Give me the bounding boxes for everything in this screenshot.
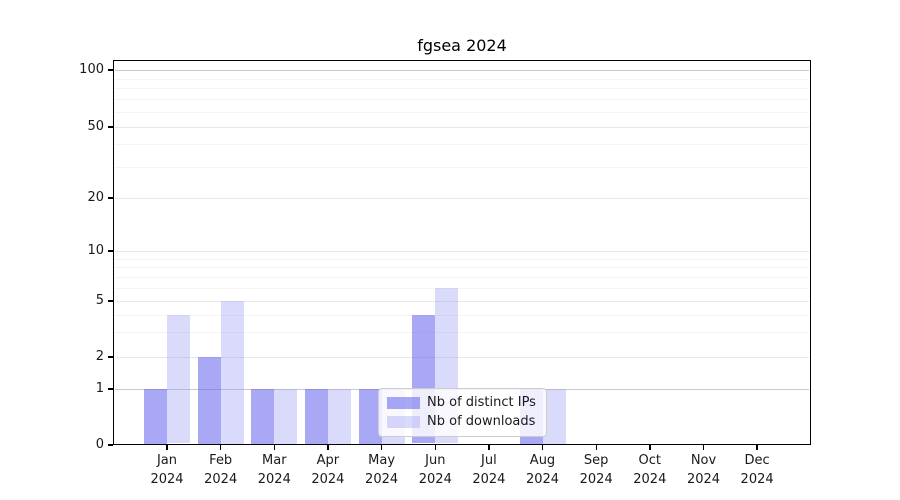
x-tick-label-oct: Oct 2024 bbox=[623, 451, 677, 489]
bar-downloads-jan bbox=[167, 315, 190, 444]
y-tick-label-100: 100 bbox=[0, 62, 104, 78]
y-tick-label-10: 10 bbox=[0, 243, 104, 259]
gridline-major bbox=[115, 70, 809, 71]
x-tick-label-feb: Feb 2024 bbox=[194, 451, 248, 489]
gridline-minor bbox=[115, 167, 809, 168]
gridline-minor bbox=[115, 332, 809, 333]
bar-downloads-feb bbox=[221, 301, 244, 444]
y-tick-0 bbox=[108, 444, 113, 446]
y-tick-label-1: 1 bbox=[0, 381, 104, 397]
gridline-minor bbox=[115, 259, 809, 260]
bar-ips-mar bbox=[251, 389, 274, 444]
x-tick-label-mar: Mar 2024 bbox=[247, 451, 301, 489]
legend-label-distinct-ips: Nb of distinct IPs bbox=[427, 395, 536, 411]
x-tick-oct bbox=[649, 445, 651, 450]
x-tick-mar bbox=[274, 445, 276, 450]
x-tick-jun bbox=[435, 445, 437, 450]
gridline-major bbox=[115, 301, 809, 302]
gridline-minor bbox=[115, 267, 809, 268]
gridline-major bbox=[115, 198, 809, 199]
x-tick-label-jun: Jun 2024 bbox=[408, 451, 462, 489]
gridline-minor bbox=[115, 315, 809, 316]
bar-ips-feb bbox=[198, 357, 221, 444]
x-tick-feb bbox=[220, 445, 222, 450]
gridline-minor bbox=[115, 144, 809, 145]
download-stats-chart: fgsea 2024 Jan 2024Feb 2024Mar 2024Apr 2… bbox=[0, 0, 900, 500]
x-tick-may bbox=[381, 445, 383, 450]
legend-item-downloads: Nb of downloads bbox=[387, 414, 538, 430]
bar-ips-jan bbox=[144, 389, 167, 444]
y-tick-label-2: 2 bbox=[0, 349, 104, 365]
gridline-minor bbox=[115, 88, 809, 89]
y-tick-label-50: 50 bbox=[0, 119, 104, 135]
y-tick-20 bbox=[108, 197, 113, 199]
gridline-minor bbox=[115, 99, 809, 100]
y-tick-label-20: 20 bbox=[0, 190, 104, 206]
x-tick-label-apr: Apr 2024 bbox=[301, 451, 355, 489]
x-tick-jan bbox=[166, 445, 168, 450]
legend: Nb of distinct IPs Nb of downloads bbox=[378, 388, 547, 437]
x-tick-dec bbox=[756, 445, 758, 450]
gridline-major bbox=[115, 251, 809, 252]
chart-title: fgsea 2024 bbox=[113, 36, 811, 55]
x-tick-label-may: May 2024 bbox=[355, 451, 409, 489]
gridline-minor bbox=[115, 277, 809, 278]
x-tick-jul bbox=[488, 445, 490, 450]
bar-downloads-mar bbox=[274, 389, 297, 444]
y-tick-100 bbox=[108, 69, 113, 71]
x-tick-sep bbox=[596, 445, 598, 450]
bar-downloads-apr bbox=[328, 389, 351, 444]
gridline-minor bbox=[115, 112, 809, 113]
y-tick-5 bbox=[108, 300, 113, 302]
y-tick-10 bbox=[108, 250, 113, 252]
x-tick-label-sep: Sep 2024 bbox=[569, 451, 623, 489]
x-tick-label-dec: Dec 2024 bbox=[730, 451, 784, 489]
x-tick-aug bbox=[542, 445, 544, 450]
x-tick-label-jul: Jul 2024 bbox=[462, 451, 516, 489]
legend-item-distinct-ips: Nb of distinct IPs bbox=[387, 395, 538, 411]
y-tick-label-0: 0 bbox=[0, 437, 104, 453]
y-tick-50 bbox=[108, 126, 113, 128]
gridline-major bbox=[115, 127, 809, 128]
legend-swatch-downloads bbox=[387, 416, 420, 428]
x-tick-apr bbox=[327, 445, 329, 450]
y-tick-2 bbox=[108, 356, 113, 358]
legend-label-downloads: Nb of downloads bbox=[427, 414, 535, 430]
x-tick-label-jan: Jan 2024 bbox=[140, 451, 194, 489]
y-tick-label-5: 5 bbox=[0, 293, 104, 309]
x-tick-label-nov: Nov 2024 bbox=[677, 451, 731, 489]
x-tick-nov bbox=[703, 445, 705, 450]
bar-ips-apr bbox=[305, 389, 328, 444]
x-tick-label-aug: Aug 2024 bbox=[516, 451, 570, 489]
legend-swatch-distinct-ips bbox=[387, 397, 420, 409]
y-tick-1 bbox=[108, 388, 113, 390]
gridline-minor bbox=[115, 79, 809, 80]
gridline-minor bbox=[115, 288, 809, 289]
